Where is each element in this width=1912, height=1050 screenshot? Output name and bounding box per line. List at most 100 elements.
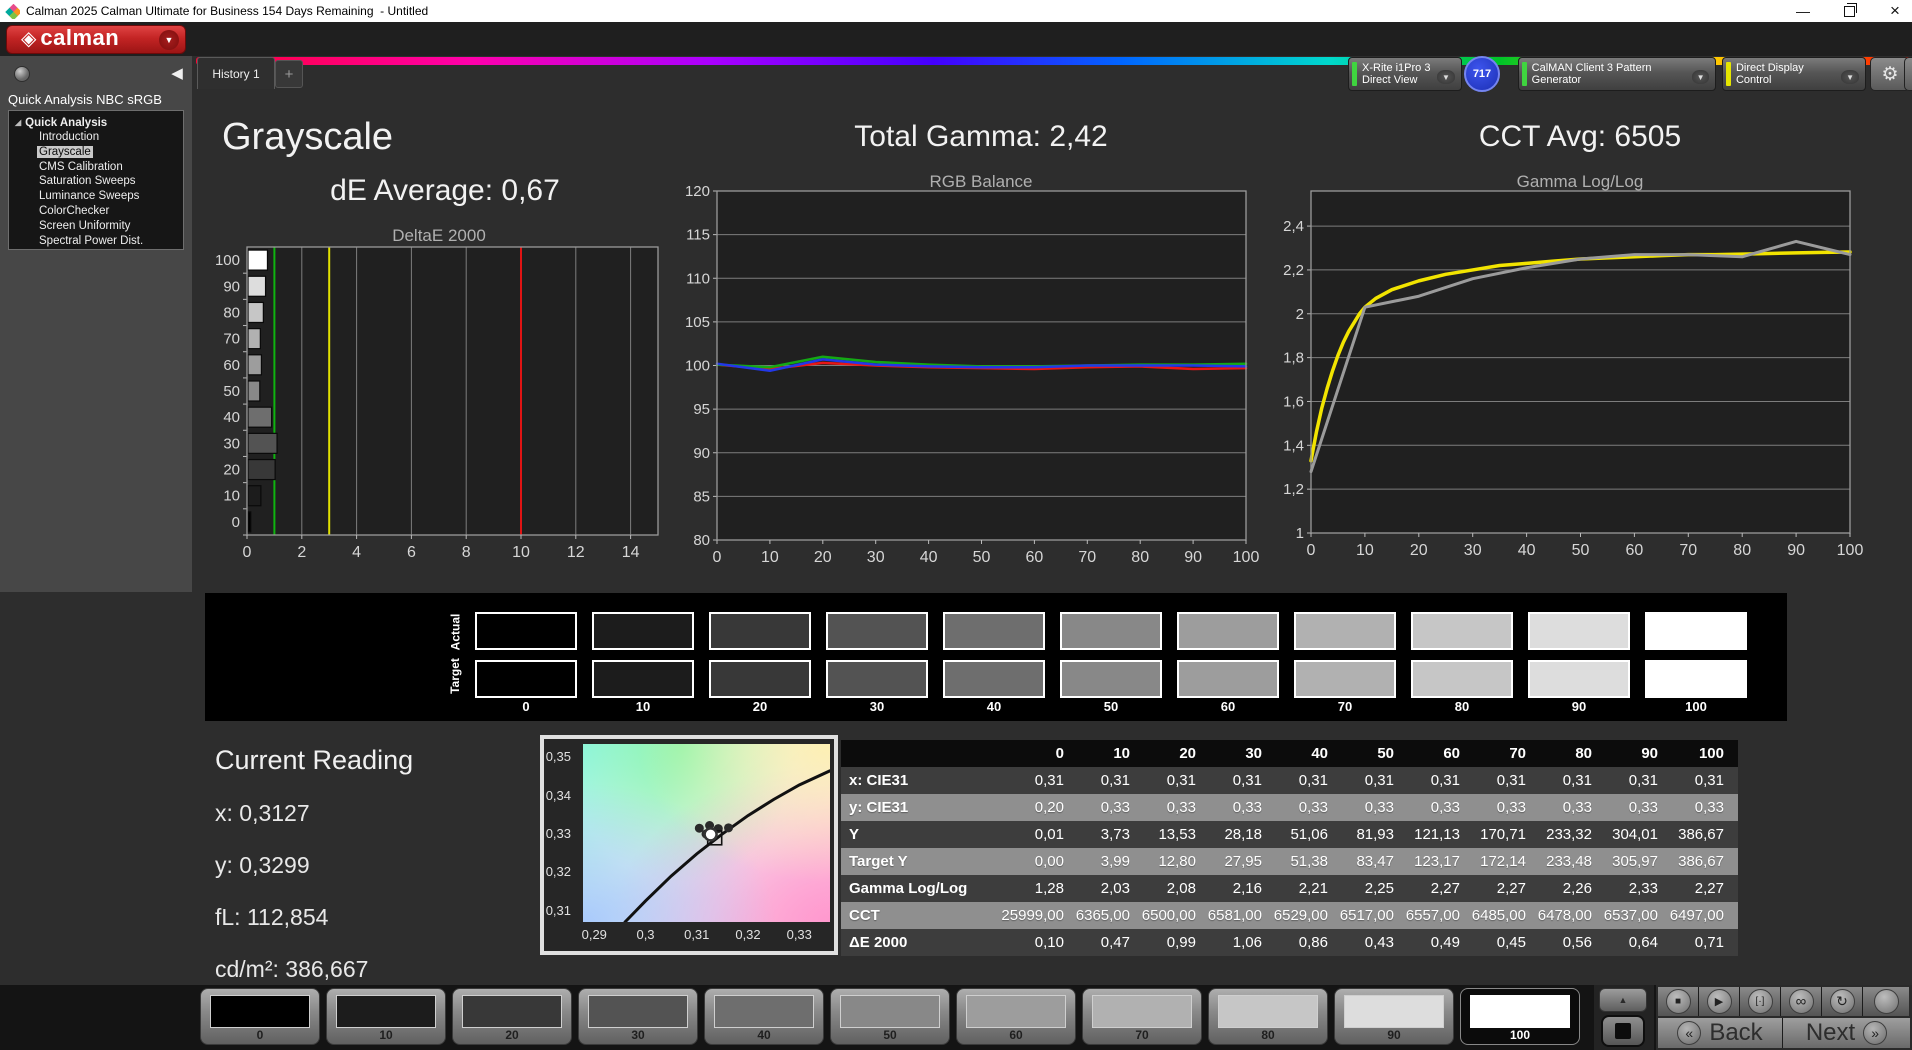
table-row-label: CCT (841, 902, 1012, 929)
target-swatch-50 (1060, 660, 1162, 698)
pattern-button-label: 20 (453, 1028, 571, 1042)
swatch-level-label: 90 (1528, 699, 1630, 714)
pattern-button-20[interactable]: 20 (452, 988, 572, 1045)
pattern-button-30[interactable]: 30 (578, 988, 698, 1045)
svg-text:10: 10 (223, 488, 240, 505)
sidebar-item-introduction[interactable]: Introduction (37, 130, 183, 145)
pattern-bar: 010 20 30405060 70 80 90 100 ▲ ■ ▶ [·] ∞ ↻ « B… (0, 985, 1912, 1050)
refresh-button[interactable]: ↻ (1822, 987, 1863, 1016)
title-bar: Calman 2025 Calman Ultimate for Business… (0, 0, 1912, 22)
stop-button[interactable]: ■ (1658, 987, 1699, 1016)
back-button[interactable]: « Back (1658, 1018, 1783, 1048)
pattern-button-10[interactable]: 10 (326, 988, 446, 1045)
play-button[interactable]: ▶ (1699, 987, 1740, 1016)
table-row-label: x: CIE31 (841, 767, 1012, 794)
table-cell: 0,31 (1012, 767, 1078, 794)
tree-root[interactable]: ◢ Quick Analysis (15, 115, 183, 130)
minimize-button[interactable]: — (1786, 0, 1820, 22)
close-button[interactable]: × (1878, 0, 1912, 22)
cie-y-tick: 0,31 (537, 903, 571, 918)
table-cell: 0,20 (1012, 794, 1078, 821)
rgb-balance-chart: 8085909510010511011512001020304050607080… (680, 180, 1260, 570)
pattern-button-60[interactable]: 60 (956, 988, 1076, 1045)
table-cell: 0,31 (1672, 767, 1738, 794)
next-button[interactable]: Next » (1783, 1018, 1910, 1048)
calman-dropdown-icon[interactable]: ▼ (159, 30, 179, 50)
sidebar-item-spectral-power-dist-[interactable]: Spectral Power Dist. (37, 234, 183, 249)
pattern-button-80[interactable]: 80 (1208, 988, 1328, 1045)
table-cell: 2,16 (1210, 875, 1276, 902)
app-bar: ◈ calman ▼ (0, 22, 1912, 56)
table-cell: 2,27 (1408, 875, 1474, 902)
tab-history-1[interactable]: History 1 (197, 57, 275, 89)
table-col-header-50: 50 (1342, 740, 1408, 767)
app-diamond-icon (5, 4, 20, 19)
table-cell: 0,00 (1012, 848, 1078, 875)
pattern-window-button[interactable] (1601, 1015, 1645, 1047)
cie-x-tick: 0,33 (779, 927, 819, 942)
pattern-button-40[interactable]: 40 (704, 988, 824, 1045)
svg-text:80: 80 (693, 532, 710, 549)
meter-read-count-badge[interactable]: 717 (1464, 56, 1500, 92)
table-cell: 0,33 (1474, 794, 1540, 821)
meter-select-button[interactable]: X-Rite i1Pro 3Direct View ▼ (1348, 57, 1462, 91)
pattern-button-label: 70 (1083, 1028, 1201, 1042)
table-col-header-30: 30 (1210, 740, 1276, 767)
table-col-header-10: 10 (1078, 740, 1144, 767)
pattern-button-100[interactable]: 100 (1460, 988, 1580, 1045)
pattern-button-90[interactable]: 90 (1334, 988, 1454, 1045)
sidebar-item-luminance-sweeps[interactable]: Luminance Sweeps (37, 189, 183, 204)
svg-text:40: 40 (1518, 542, 1536, 559)
table-cell: 27,95 (1210, 848, 1276, 875)
pattern-button-70[interactable]: 70 (1082, 988, 1202, 1045)
sidebar-item-saturation-sweeps[interactable]: Saturation Sweeps (37, 174, 183, 189)
svg-text:10: 10 (1356, 542, 1374, 559)
loop-button[interactable]: ∞ (1781, 987, 1822, 1016)
table-cell: 6557,00 (1408, 902, 1474, 929)
sidebar-item-colorchecker[interactable]: ColorChecker (37, 204, 183, 219)
chevron-down-icon[interactable]: ▼ (1692, 70, 1709, 84)
swatch-level-label: 40 (943, 699, 1045, 714)
table-col-header-100: 100 (1672, 740, 1738, 767)
sidebar-item-label: Spectral Power Dist. (37, 235, 145, 247)
svg-text:50: 50 (973, 549, 991, 566)
window-pattern-icon (1615, 1023, 1631, 1039)
pattern-series-button[interactable]: [·] (1740, 987, 1781, 1016)
pattern-generator-button[interactable]: CalMAN Client 3 Pattern Generator ▼ (1518, 57, 1716, 91)
sidebar-item-grayscale[interactable]: Grayscale (37, 145, 183, 160)
calman-menu-button[interactable]: ◈ calman ▼ (6, 25, 186, 54)
sidebar-item-screen-uniformity[interactable]: Screen Uniformity (37, 219, 183, 234)
pattern-button-50[interactable]: 50 (830, 988, 950, 1045)
chevron-down-icon[interactable]: ▼ (1437, 70, 1455, 84)
svg-text:4: 4 (352, 544, 361, 561)
pattern-button-label: 90 (1335, 1028, 1453, 1042)
reading-y: y: 0,3299 (215, 852, 310, 879)
sidebar-item-cms-calibration[interactable]: CMS Calibration (37, 160, 183, 175)
pattern-button-0[interactable]: 0 (200, 988, 320, 1045)
table-cell: 0,43 (1342, 929, 1408, 956)
add-tab-button[interactable]: + (275, 60, 303, 88)
table-cell: 6478,00 (1540, 902, 1606, 929)
panel-toggle-button[interactable]: ◀ (1904, 57, 1912, 91)
table-cell: 0,33 (1672, 794, 1738, 821)
svg-text:1,6: 1,6 (1283, 393, 1304, 410)
display-control-button[interactable]: Direct Display Control ▼ (1722, 57, 1866, 91)
chevron-down-icon[interactable]: ▼ (1841, 70, 1859, 84)
target-swatch-20 (709, 660, 811, 698)
target-swatch-70 (1294, 660, 1396, 698)
table-cell: 305,97 (1606, 848, 1672, 875)
table-cell: 2,26 (1540, 875, 1606, 902)
restore-button[interactable] (1832, 0, 1866, 22)
cie-chromaticity-chart: 0,310,320,330,340,35 0,290,30,310,320,33 (540, 735, 838, 955)
svg-text:85: 85 (693, 488, 710, 505)
pattern-generator-accent (1522, 62, 1527, 86)
table-cell: 0,45 (1474, 929, 1540, 956)
status-led-icon (14, 66, 30, 82)
table-cell: 123,17 (1408, 848, 1474, 875)
sidebar-collapse-button[interactable]: ◀ (166, 62, 188, 84)
sidebar-item-label: Grayscale (37, 146, 93, 158)
pattern-options-up-button[interactable]: ▲ (1599, 988, 1647, 1012)
table-cell: 0,56 (1540, 929, 1606, 956)
extra-button[interactable] (1863, 987, 1909, 1016)
expander-icon[interactable]: ◢ (15, 118, 21, 127)
